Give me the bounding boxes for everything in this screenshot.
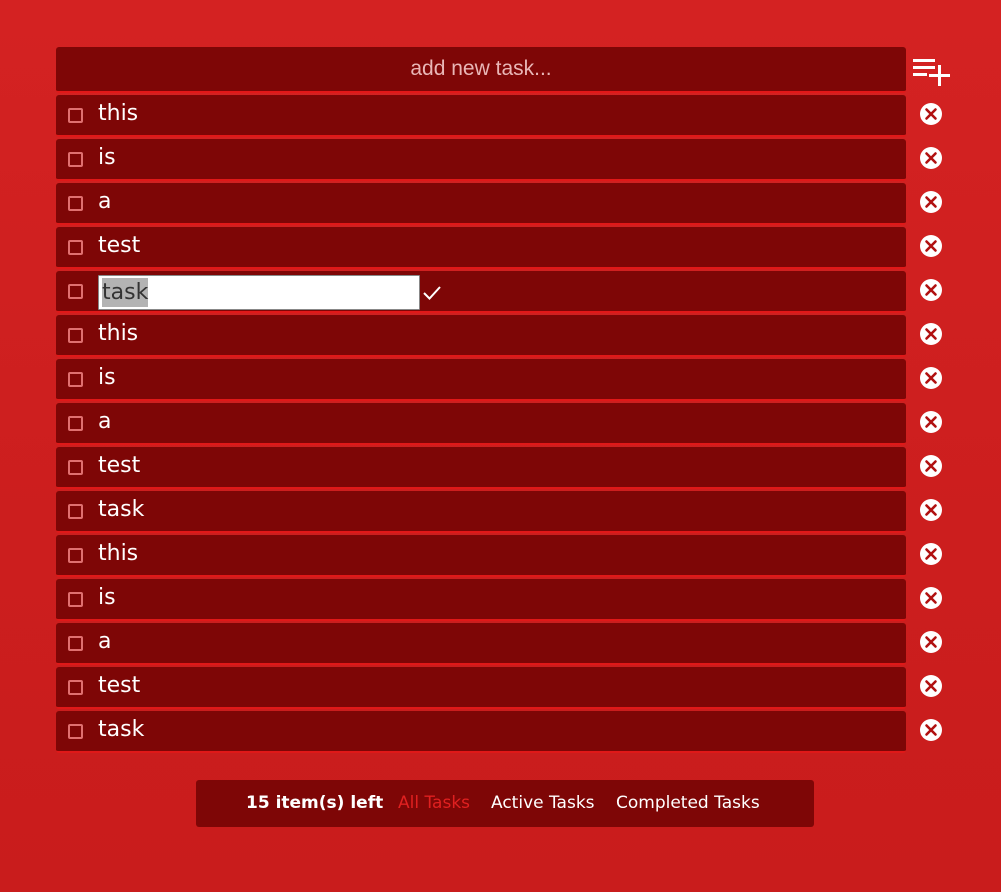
task-item: task (56, 711, 956, 755)
task-list: this is a test task this is a test task this is a tes… (56, 95, 956, 755)
close-circle-icon[interactable] (919, 146, 943, 170)
task-item-body: test (56, 447, 906, 489)
task-item: task (56, 491, 956, 535)
task-label: is (98, 365, 116, 390)
task-label: a (98, 629, 112, 654)
task-label: this (98, 101, 139, 126)
task-item-body: a (56, 403, 906, 445)
task-item: task (56, 271, 956, 315)
playlist-add-icon[interactable] (912, 56, 952, 88)
task-label: is (98, 145, 116, 170)
task-checkbox[interactable] (68, 284, 83, 299)
items-left-count: 15 item(s) left (246, 793, 384, 813)
task-item: test (56, 447, 956, 491)
task-item-body: a (56, 623, 906, 665)
task-checkbox[interactable] (68, 504, 83, 519)
close-circle-icon[interactable] (919, 102, 943, 126)
task-item: a (56, 183, 956, 227)
task-checkbox[interactable] (68, 636, 83, 651)
task-label: test (98, 673, 141, 698)
check-icon[interactable] (422, 283, 442, 303)
todo-app: this is a test task this is a test task this is a tes… (56, 47, 956, 755)
task-checkbox[interactable] (68, 592, 83, 607)
close-circle-icon[interactable] (919, 234, 943, 258)
task-checkbox[interactable] (68, 680, 83, 695)
close-circle-icon[interactable] (919, 498, 943, 522)
task-checkbox[interactable] (68, 460, 83, 475)
task-item-body: task (56, 491, 906, 533)
task-item-body: is (56, 579, 906, 621)
close-circle-icon[interactable] (919, 674, 943, 698)
task-checkbox[interactable] (68, 548, 83, 563)
close-circle-icon[interactable] (919, 542, 943, 566)
task-item: this (56, 315, 956, 359)
close-circle-icon[interactable] (919, 366, 943, 390)
filter-completed-tasks[interactable]: Completed Tasks (616, 780, 760, 827)
filter-all-tasks[interactable]: All Tasks (398, 780, 470, 827)
new-task-input[interactable] (56, 47, 906, 93)
task-item: is (56, 359, 956, 403)
task-item-body: this (56, 95, 906, 137)
task-checkbox[interactable] (68, 724, 83, 739)
task-item: test (56, 667, 956, 711)
task-checkbox[interactable] (68, 372, 83, 387)
task-item-body: task (56, 711, 906, 753)
task-label: this (98, 321, 139, 346)
task-label: task (98, 717, 145, 742)
close-circle-icon[interactable] (919, 454, 943, 478)
task-item-body: is (56, 359, 906, 401)
task-item: is (56, 579, 956, 623)
task-item-body: this (56, 535, 906, 577)
filter-active-tasks[interactable]: Active Tasks (491, 780, 595, 827)
task-edit-selected-text: task (102, 278, 149, 307)
close-circle-icon[interactable] (919, 630, 943, 654)
footer-bar: 15 item(s) left All Tasks Active Tasks C… (196, 780, 814, 827)
task-label: a (98, 409, 112, 434)
task-item: a (56, 623, 956, 667)
task-item-body: task (56, 271, 906, 313)
task-item-body: test (56, 227, 906, 269)
task-item: is (56, 139, 956, 183)
task-item: a (56, 403, 956, 447)
task-checkbox[interactable] (68, 196, 83, 211)
task-checkbox[interactable] (68, 416, 83, 431)
task-label: is (98, 585, 116, 610)
close-circle-icon[interactable] (919, 322, 943, 346)
close-circle-icon[interactable] (919, 190, 943, 214)
task-item: this (56, 535, 956, 579)
task-checkbox[interactable] (68, 152, 83, 167)
close-circle-icon[interactable] (919, 410, 943, 434)
task-checkbox[interactable] (68, 108, 83, 123)
task-label: test (98, 453, 141, 478)
close-circle-icon[interactable] (919, 586, 943, 610)
task-item-body: test (56, 667, 906, 709)
task-checkbox[interactable] (68, 328, 83, 343)
task-label: test (98, 233, 141, 258)
task-item-body: a (56, 183, 906, 225)
close-circle-icon[interactable] (919, 278, 943, 302)
task-label: a (98, 189, 112, 214)
task-label: task (98, 497, 145, 522)
task-edit-input[interactable]: task (98, 275, 420, 310)
task-checkbox[interactable] (68, 240, 83, 255)
task-item-body: is (56, 139, 906, 181)
close-circle-icon[interactable] (919, 718, 943, 742)
task-label: this (98, 541, 139, 566)
add-task-row (56, 47, 956, 93)
task-item: test (56, 227, 956, 271)
task-item-body: this (56, 315, 906, 357)
task-item: this (56, 95, 956, 139)
